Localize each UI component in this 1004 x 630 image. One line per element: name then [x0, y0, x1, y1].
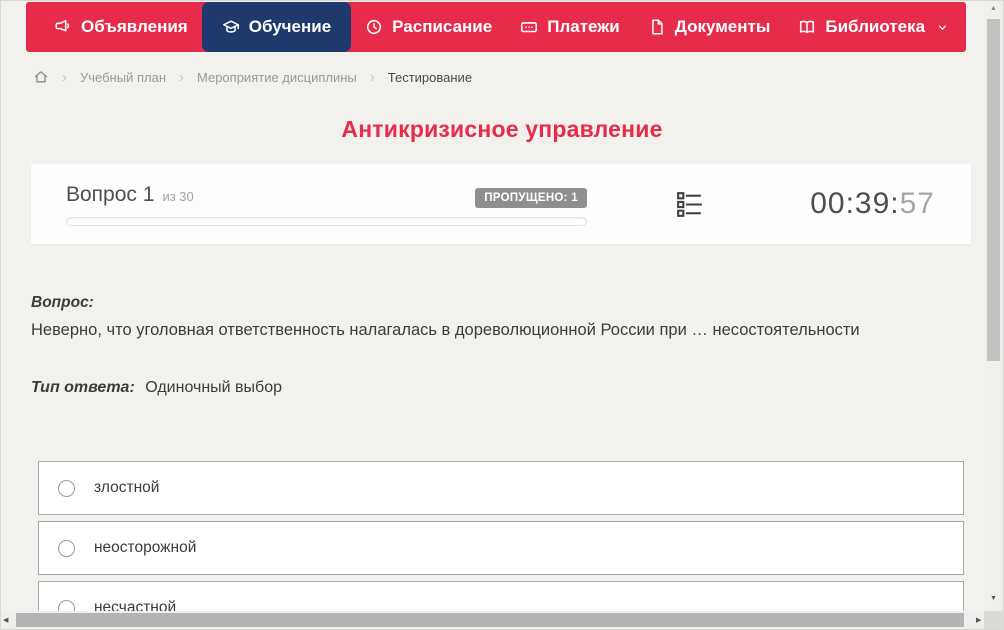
radio-button-icon[interactable]	[58, 480, 75, 497]
horizontal-scrollbar-thumb[interactable]	[16, 613, 964, 627]
timer-main: 00:39:	[810, 187, 899, 220]
breadcrumb-item-testing: Тестирование	[388, 70, 472, 85]
answer-option-label: злостной	[94, 479, 159, 497]
radio-button-icon[interactable]	[58, 540, 75, 557]
horizontal-scrollbar[interactable]: ◀ ▶	[1, 611, 986, 629]
answer-type-row: Тип ответа: Одиночный выбор	[31, 379, 948, 397]
scrollbar-corner	[984, 611, 1003, 629]
answer-option[interactable]: злостной	[38, 461, 964, 515]
question-text: Неверно, что уголовная ответственность н…	[31, 319, 948, 341]
graduation-cap-icon	[222, 18, 240, 36]
chevron-right-icon: ›	[179, 70, 184, 85]
question-list-icon[interactable]	[673, 188, 706, 221]
scroll-right-icon[interactable]: ▶	[976, 616, 981, 624]
answer-type-value: Одиночный выбор	[145, 379, 282, 396]
answer-options: злостной неосторожной несчастной	[38, 461, 964, 630]
megaphone-icon	[54, 18, 72, 36]
question-total: из 30	[162, 189, 193, 204]
nav-item-learning[interactable]: Обучение	[202, 2, 351, 52]
question-block: Вопрос: Неверно, что уголовная ответстве…	[31, 294, 948, 397]
scroll-left-icon[interactable]: ◀	[3, 616, 8, 624]
quiz-header-panel: Вопрос 1 из 30 ПРОПУЩЕНО: 1 00:39:57	[31, 164, 971, 244]
top-navigation: Объявления Обучение Расписание Платежи Д…	[26, 2, 966, 52]
nav-item-payments[interactable]: Платежи	[506, 2, 634, 52]
nav-item-announcements[interactable]: Объявления	[40, 2, 202, 52]
vertical-scrollbar[interactable]: ▲ ▼	[984, 1, 1003, 613]
document-icon	[648, 18, 666, 36]
nav-item-label: Обучение	[249, 17, 331, 37]
nav-item-label: Объявления	[81, 17, 188, 37]
breadcrumb-item-curriculum[interactable]: Учебный план	[80, 70, 166, 85]
quiz-page: Объявления Обучение Расписание Платежи Д…	[0, 0, 1004, 630]
nav-item-label: Документы	[675, 17, 771, 37]
scroll-up-icon[interactable]: ▲	[984, 5, 1003, 12]
question-number: Вопрос 1	[66, 183, 154, 207]
nav-item-library[interactable]: Библиотека	[784, 2, 963, 52]
timer: 00:39:57	[810, 187, 935, 221]
question-progress-bar[interactable]	[66, 217, 587, 226]
breadcrumb-item-discipline-event[interactable]: Мероприятие дисциплины	[197, 70, 357, 85]
answer-option[interactable]: неосторожной	[38, 521, 964, 575]
chevron-right-icon: ›	[62, 70, 67, 85]
vertical-scrollbar-thumb[interactable]	[987, 19, 1000, 361]
nav-item-label: Платежи	[547, 17, 620, 37]
nav-item-label: Библиотека	[825, 17, 925, 37]
answer-option-label: неосторожной	[94, 539, 196, 557]
home-icon[interactable]	[33, 69, 49, 85]
page-title: Антикризисное управление	[1, 116, 1003, 143]
clock-icon	[365, 18, 383, 36]
chevron-right-icon: ›	[370, 70, 375, 85]
skipped-badge: ПРОПУЩЕНО: 1	[475, 188, 587, 208]
banknote-icon	[520, 18, 538, 36]
chevron-down-icon	[936, 21, 949, 34]
answer-type-label: Тип ответа:	[31, 379, 135, 396]
breadcrumb: › Учебный план › Мероприятие дисциплины …	[33, 64, 1003, 90]
nav-item-documents[interactable]: Документы	[634, 2, 785, 52]
question-progress-block: Вопрос 1 из 30 ПРОПУЩЕНО: 1	[66, 183, 587, 226]
book-icon	[798, 18, 816, 36]
nav-item-schedule[interactable]: Расписание	[351, 2, 506, 52]
timer-seconds: 57	[900, 187, 935, 220]
question-heading: Вопрос:	[31, 294, 948, 312]
scroll-down-icon[interactable]: ▼	[984, 595, 1003, 602]
nav-item-label: Расписание	[392, 17, 492, 37]
